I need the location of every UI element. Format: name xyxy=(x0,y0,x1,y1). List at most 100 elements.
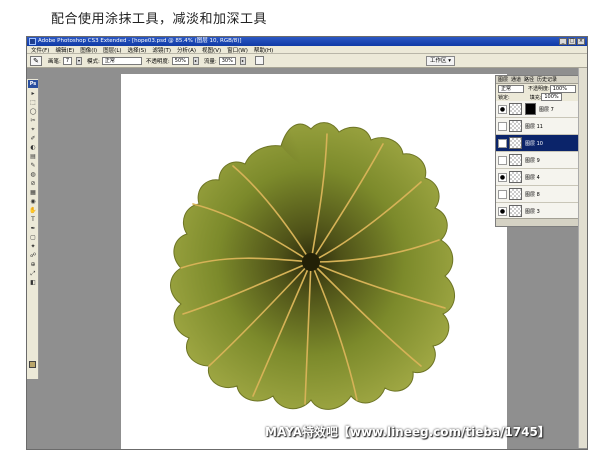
dodge-tool-icon[interactable]: ◐ xyxy=(29,144,37,151)
stamp-tool-icon[interactable]: ▤ xyxy=(29,153,37,160)
close-button[interactable]: × xyxy=(577,38,585,45)
slice-tool-icon[interactable]: ⌖ xyxy=(29,126,37,133)
tab-history[interactable]: 历史记录 xyxy=(537,76,557,83)
brush-tool-icon[interactable]: ✎ xyxy=(29,162,37,169)
layer-name: 图层 9 xyxy=(525,157,540,164)
pen-tool-icon[interactable]: ✒ xyxy=(29,225,37,232)
menu-image[interactable]: 图像(I) xyxy=(80,46,97,54)
layers-panel-footer xyxy=(496,218,587,226)
eye-icon[interactable]: ● xyxy=(498,206,507,216)
tab-paths[interactable]: 路径 xyxy=(524,76,534,83)
window-title: Adobe Photoshop CS3 Extended - [hope03.p… xyxy=(38,38,242,44)
menu-view[interactable]: 视图(V) xyxy=(202,46,221,54)
layer-row[interactable]: ● 图层 7 xyxy=(496,101,587,118)
flow-dropdown[interactable]: ▸ xyxy=(239,56,246,65)
notes-tool-icon[interactable]: ✦ xyxy=(29,243,37,250)
layer-thumbnail xyxy=(509,120,522,132)
zoom-tool-icon[interactable]: ⊕ xyxy=(29,261,37,268)
maximize-button[interactable]: □ xyxy=(568,38,576,45)
airbrush-icon[interactable] xyxy=(254,56,264,65)
history-brush-icon[interactable]: ◍ xyxy=(29,171,37,178)
fill-label: 填充: xyxy=(529,94,542,101)
menu-bar: 文件(F) 编辑(E) 图像(I) 图层(L) 选择(S) 滤镜(T) 分析(A… xyxy=(27,46,587,54)
flow-field[interactable]: 30% xyxy=(218,56,236,65)
vertical-scrollbar[interactable] xyxy=(578,68,587,448)
crop-tool-icon[interactable]: ✂ xyxy=(29,117,37,124)
gradient-tool-icon[interactable]: ▦ xyxy=(29,189,37,196)
layer-thumbnail xyxy=(509,154,522,166)
layer-name: 图层 8 xyxy=(525,191,540,198)
options-bar: ✎ 画笔: 7 ▾ 模式: 正常 不透明度: 50% ▸ 流量: 30% ▸ 工… xyxy=(27,54,587,68)
panel-tabs: 图层 通道 路径 历史记录 xyxy=(496,76,587,84)
menu-edit[interactable]: 编辑(E) xyxy=(55,46,74,54)
ps-badge: Ps xyxy=(28,80,38,88)
menu-file[interactable]: 文件(F) xyxy=(31,46,49,54)
menu-help[interactable]: 帮助(H) xyxy=(254,46,273,54)
heal-tool-icon[interactable]: ✐ xyxy=(29,135,37,142)
layer-row[interactable]: ● 图层 4 xyxy=(496,169,587,186)
fill-field[interactable]: 100% xyxy=(541,93,562,101)
opacity-field[interactable]: 50% xyxy=(171,56,189,65)
menu-analysis[interactable]: 分析(A) xyxy=(177,46,196,54)
layer-row-selected[interactable]: 图层 10 xyxy=(496,135,587,152)
brush-dropdown[interactable]: ▾ xyxy=(76,56,83,65)
type-tool-icon[interactable]: T xyxy=(29,216,37,223)
caption-text: 配合使用涂抹工具，减淡和加深工具 xyxy=(51,12,268,27)
brush-size-picker[interactable]: 7 xyxy=(62,56,73,65)
layer-name: 图层 4 xyxy=(525,174,540,181)
eraser-tool-icon[interactable]: ⊘ xyxy=(29,180,37,187)
layer-row[interactable]: 图层 11 xyxy=(496,118,587,135)
layer-row[interactable]: 图层 9 xyxy=(496,152,587,169)
menu-filter[interactable]: 滤镜(T) xyxy=(152,46,171,54)
burn-tool-icon[interactable]: ◉ xyxy=(29,198,37,205)
layer-thumbnail xyxy=(509,137,522,149)
app-icon xyxy=(29,38,36,45)
swap-colors-icon[interactable]: ⤢ xyxy=(29,270,37,277)
eye-icon[interactable]: ● xyxy=(498,104,507,114)
eye-icon[interactable]: ● xyxy=(498,172,507,182)
layer-thumbnail xyxy=(509,171,522,183)
move-tool-icon[interactable]: ▸ xyxy=(29,90,37,97)
window-controls: _ □ × xyxy=(559,38,585,45)
menu-window[interactable]: 窗口(W) xyxy=(227,46,248,54)
layer-row[interactable]: 图层 8 xyxy=(496,186,587,203)
eyedropper-tool-icon[interactable]: ☍ xyxy=(29,252,37,259)
opacity-dropdown[interactable]: ▸ xyxy=(192,56,199,65)
marquee-tool-icon[interactable]: ⬚ xyxy=(29,99,37,106)
tab-layers[interactable]: 图层 xyxy=(498,76,508,83)
shape-tool-icon[interactable]: ▢ xyxy=(29,234,37,241)
minimize-button[interactable]: _ xyxy=(559,38,567,45)
lasso-tool-icon[interactable]: ◯ xyxy=(29,108,37,115)
brush-label: 画笔: xyxy=(48,58,61,65)
layer-opacity-label: 不透明度: xyxy=(528,86,550,92)
eye-icon[interactable] xyxy=(498,189,507,199)
current-tool-icon[interactable]: ✎ xyxy=(30,55,42,66)
leaf-center xyxy=(302,253,320,271)
quick-mask-icon[interactable]: ◧ xyxy=(29,279,37,286)
photoshop-window: Adobe Photoshop CS3 Extended - [hope03.p… xyxy=(26,36,588,450)
blend-mode-select[interactable]: 正常 xyxy=(498,84,524,93)
layers-panel: 图层 通道 路径 历史记录 正常 不透明度: 100% 锁定: 填充: 100%… xyxy=(495,75,587,227)
layer-thumbnail xyxy=(509,205,522,217)
layer-name: 图层 10 xyxy=(525,140,543,147)
lock-label: 锁定: xyxy=(498,94,510,101)
mode-select[interactable]: 正常 xyxy=(101,56,142,65)
tab-channels[interactable]: 通道 xyxy=(511,76,521,83)
eye-icon[interactable] xyxy=(498,121,507,131)
eye-icon[interactable] xyxy=(498,138,507,148)
menu-select[interactable]: 选择(S) xyxy=(128,46,147,54)
eye-icon[interactable] xyxy=(498,155,507,165)
toolbox: Ps ▸ ⬚ ◯ ✂ ⌖ ✐ ◐ ▤ ✎ ◍ ⊘ ▦ ◉ ✋ T ✒ ▢ ✦ ☍… xyxy=(27,79,39,379)
menu-layer[interactable]: 图层(L) xyxy=(103,46,121,54)
foreground-color-swatch[interactable] xyxy=(29,361,36,368)
layer-mask-thumbnail[interactable] xyxy=(525,103,536,115)
hand-tool-icon[interactable]: ✋ xyxy=(29,207,37,214)
layer-name: 图层 11 xyxy=(525,123,543,130)
layer-opacity-field[interactable]: 100% xyxy=(549,84,576,93)
layer-name: 图层 7 xyxy=(539,106,554,113)
mode-label: 模式: xyxy=(87,58,100,65)
watermark-text: MAYA特效吧【www.lineeg.com/tieba/1745】 xyxy=(265,425,550,439)
layer-name: 图层 3 xyxy=(525,208,540,215)
workspace-button[interactable]: 工作区 ▾ xyxy=(425,56,455,66)
document-canvas[interactable] xyxy=(121,74,507,449)
